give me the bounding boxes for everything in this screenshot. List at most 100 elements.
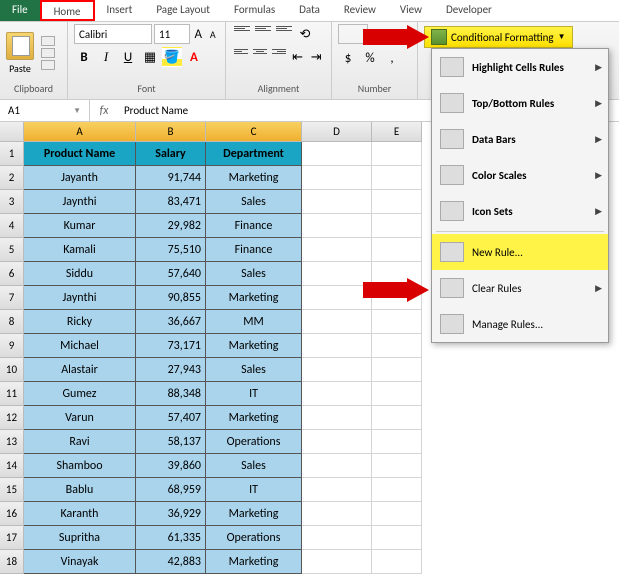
- row-header[interactable]: 14: [0, 454, 24, 478]
- cell[interactable]: Supritha: [24, 526, 136, 550]
- fill-color-button[interactable]: 🪣: [162, 47, 182, 67]
- cell[interactable]: [302, 286, 372, 310]
- tab-developer[interactable]: Developer: [434, 0, 504, 21]
- cell[interactable]: [372, 454, 422, 478]
- cell[interactable]: Jayanth: [24, 166, 136, 190]
- tab-page-layout[interactable]: Page Layout: [144, 0, 222, 21]
- cell[interactable]: Finance: [206, 214, 302, 238]
- cell[interactable]: [372, 382, 422, 406]
- dropdown-item[interactable]: Clear Rules▶: [432, 270, 608, 306]
- cell[interactable]: Kamali: [24, 238, 136, 262]
- cell[interactable]: 36,667: [136, 310, 206, 334]
- cell[interactable]: Marketing: [206, 550, 302, 574]
- row-header[interactable]: 11: [0, 382, 24, 406]
- cell[interactable]: [302, 310, 372, 334]
- cell[interactable]: [372, 550, 422, 574]
- cell[interactable]: 91,744: [136, 166, 206, 190]
- cell[interactable]: [302, 550, 372, 574]
- cell[interactable]: Ricky: [24, 310, 136, 334]
- cell[interactable]: Jaynthi: [24, 286, 136, 310]
- underline-button[interactable]: U: [118, 47, 138, 67]
- cell[interactable]: 58,137: [136, 430, 206, 454]
- header-cell[interactable]: Salary: [136, 142, 206, 166]
- row-header[interactable]: 4: [0, 214, 24, 238]
- cell[interactable]: Sales: [206, 358, 302, 382]
- row-header[interactable]: 12: [0, 406, 24, 430]
- cell[interactable]: Finance: [206, 238, 302, 262]
- header-cell[interactable]: Product Name: [24, 142, 136, 166]
- italic-button[interactable]: I: [96, 47, 116, 67]
- cell[interactable]: Sales: [206, 262, 302, 286]
- border-button[interactable]: ▦: [140, 47, 160, 67]
- row-header[interactable]: 2: [0, 166, 24, 190]
- row-header[interactable]: 8: [0, 310, 24, 334]
- cell[interactable]: 36,929: [136, 502, 206, 526]
- cell[interactable]: [302, 430, 372, 454]
- cell[interactable]: [302, 358, 372, 382]
- orientation-button[interactable]: ⟲: [295, 24, 315, 44]
- row-header[interactable]: 9: [0, 334, 24, 358]
- copy-icon[interactable]: [41, 48, 55, 58]
- cell[interactable]: Gumez: [24, 382, 136, 406]
- cell[interactable]: [302, 142, 372, 166]
- percent-button[interactable]: %: [360, 48, 380, 68]
- cell[interactable]: [372, 478, 422, 502]
- cell[interactable]: Karanth: [24, 502, 136, 526]
- align-right-button[interactable]: [270, 47, 288, 63]
- row-header[interactable]: 15: [0, 478, 24, 502]
- cell[interactable]: MM: [206, 310, 302, 334]
- tab-data[interactable]: Data: [287, 0, 332, 21]
- cell[interactable]: Kumar: [24, 214, 136, 238]
- cell[interactable]: [302, 166, 372, 190]
- cell[interactable]: 83,471: [136, 190, 206, 214]
- cell[interactable]: Jaynthi: [24, 190, 136, 214]
- indent-decrease-button[interactable]: ⇤: [289, 47, 307, 67]
- tab-insert[interactable]: Insert: [95, 0, 145, 21]
- row-header[interactable]: 18: [0, 550, 24, 574]
- cell[interactable]: 88,348: [136, 382, 206, 406]
- cell[interactable]: [372, 334, 422, 358]
- cell[interactable]: 57,407: [136, 406, 206, 430]
- row-header[interactable]: 5: [0, 238, 24, 262]
- cell[interactable]: 27,943: [136, 358, 206, 382]
- cell[interactable]: 73,171: [136, 334, 206, 358]
- align-top-button[interactable]: [232, 24, 252, 40]
- cell[interactable]: IT: [206, 478, 302, 502]
- cell[interactable]: Marketing: [206, 334, 302, 358]
- font-color-button[interactable]: A: [184, 47, 204, 67]
- cell[interactable]: Marketing: [206, 406, 302, 430]
- dropdown-item[interactable]: Icon Sets▶: [432, 193, 608, 229]
- col-header-c[interactable]: C: [206, 122, 302, 142]
- cell[interactable]: [372, 358, 422, 382]
- cell[interactable]: Operations: [206, 430, 302, 454]
- cell[interactable]: 90,855: [136, 286, 206, 310]
- col-header-d[interactable]: D: [302, 122, 372, 142]
- cell[interactable]: [372, 166, 422, 190]
- row-header[interactable]: 10: [0, 358, 24, 382]
- tab-file[interactable]: File: [0, 0, 40, 21]
- row-header[interactable]: 1: [0, 142, 24, 166]
- dropdown-item[interactable]: Top/Bottom Rules▶: [432, 85, 608, 121]
- row-header[interactable]: 7: [0, 286, 24, 310]
- row-header[interactable]: 17: [0, 526, 24, 550]
- cell[interactable]: Varun: [24, 406, 136, 430]
- cell[interactable]: Operations: [206, 526, 302, 550]
- cell[interactable]: 61,335: [136, 526, 206, 550]
- cut-icon[interactable]: [41, 36, 55, 46]
- tab-review[interactable]: Review: [332, 0, 388, 21]
- col-header-b[interactable]: B: [136, 122, 206, 142]
- cell[interactable]: Shamboo: [24, 454, 136, 478]
- cell[interactable]: Marketing: [206, 286, 302, 310]
- cell[interactable]: Alastair: [24, 358, 136, 382]
- dropdown-item[interactable]: Highlight Cells Rules▶: [432, 49, 608, 85]
- align-middle-button[interactable]: [253, 24, 273, 40]
- cell[interactable]: [302, 382, 372, 406]
- shrink-font-button[interactable]: A: [207, 24, 220, 44]
- cell[interactable]: [372, 310, 422, 334]
- dropdown-item[interactable]: Color Scales▶: [432, 157, 608, 193]
- cell[interactable]: [302, 502, 372, 526]
- select-all-corner[interactable]: [0, 122, 24, 142]
- dropdown-item[interactable]: New Rule...: [432, 234, 608, 270]
- conditional-formatting-button[interactable]: Conditional Formatting ▼: [424, 26, 573, 48]
- cell[interactable]: 42,883: [136, 550, 206, 574]
